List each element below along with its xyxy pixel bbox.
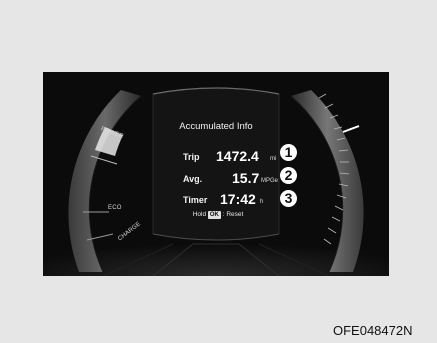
callout-badge-2: 2: [280, 167, 297, 184]
callout-badge-3: 3: [280, 190, 297, 207]
trip-value: 1472.4: [216, 148, 259, 164]
figure-code: OFE048472N: [333, 323, 413, 338]
reset-hint-suffix: : Reset: [222, 211, 244, 218]
timer-label: Timer: [183, 195, 208, 205]
reset-hint-prefix: Hold: [192, 211, 207, 218]
reset-hint: Hold OK : Reset: [183, 211, 253, 219]
ok-key-badge: OK: [207, 211, 221, 219]
trip-unit: mi: [270, 156, 277, 162]
trip-row: Trip 1472.4 mi: [183, 146, 279, 164]
timer-value: 17:42: [220, 191, 256, 207]
timer-unit: h: [260, 199, 264, 205]
callout-badge-1: 1: [280, 144, 297, 161]
right-gauge-needle: [342, 125, 360, 133]
gauge-label-eco: ECO: [108, 205, 122, 211]
timer-row: Timer 17:42 h: [183, 189, 279, 207]
avg-label: Avg.: [183, 174, 203, 184]
avg-row: Avg. 15.7 MPGe: [183, 168, 279, 186]
avg-unit: MPGe: [261, 178, 279, 184]
trip-label: Trip: [183, 152, 200, 162]
instrument-cluster-display: POWER ECO CHARGE Accumulated Info Trip 1…: [43, 72, 389, 276]
avg-value: 15.7: [232, 170, 260, 186]
panel-title: Accumulated Info: [179, 121, 253, 132]
